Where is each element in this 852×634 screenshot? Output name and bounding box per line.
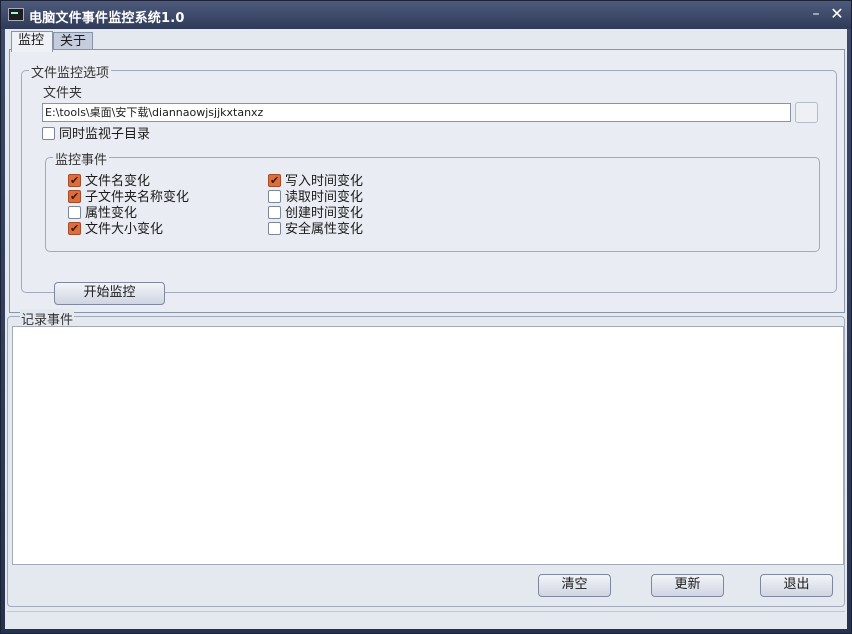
event-filename-checkbox[interactable]	[68, 173, 81, 188]
event-attributes-checkbox[interactable]	[68, 206, 81, 219]
event-subfolder-label: 子文件夹名称变化	[85, 190, 190, 205]
event-read-time-checkbox[interactable]	[268, 190, 281, 203]
event-attributes-label: 属性变化	[85, 206, 138, 221]
browse-folder-button[interactable]	[795, 102, 818, 123]
subdir-label: 同时监视子目录	[59, 127, 151, 142]
event-security-checkbox[interactable]	[268, 222, 281, 235]
app-window: 电脑文件事件监控系统1.0 – ✕ 监控 关于 文件监控选项 文件夹 E:\to…	[0, 0, 852, 634]
event-create-time-label: 创建时间变化	[285, 206, 364, 221]
subdir-checkbox-row[interactable]: 同时监视子目录	[42, 127, 150, 143]
monitor-options-legend: 文件监控选项	[29, 62, 112, 81]
client-area: 监控 关于 文件监控选项 文件夹 E:\tools\桌面\安下载\diannao…	[5, 29, 847, 629]
event-write-time-row[interactable]: 写入时间变化	[268, 173, 364, 190]
window-title: 电脑文件事件监控系统1.0	[29, 11, 185, 26]
status-bar	[7, 611, 845, 627]
folder-label: 文件夹	[43, 86, 83, 101]
app-console-icon	[8, 8, 24, 21]
exit-button[interactable]: 退出	[760, 574, 833, 597]
monitor-events-group: 监控事件 文件名变化 子文件夹名称变化 属性变化 文件大小变化 写入时间变化	[45, 149, 820, 252]
event-size-checkbox[interactable]	[68, 221, 81, 236]
event-create-time-checkbox[interactable]	[268, 206, 281, 219]
refresh-button[interactable]: 更新	[651, 574, 724, 597]
start-monitor-button[interactable]: 开始监控	[54, 282, 165, 305]
minimize-icon[interactable]: –	[807, 5, 825, 23]
title-bar[interactable]: 电脑文件事件监控系统1.0 – ✕	[1, 1, 851, 29]
event-read-time-label: 读取时间变化	[285, 190, 364, 205]
subdir-checkbox[interactable]	[42, 127, 55, 140]
monitor-tab-panel: 文件监控选项 文件夹 E:\tools\桌面\安下载\diannaowjsjjk…	[9, 49, 845, 313]
event-size-row[interactable]: 文件大小变化	[68, 221, 164, 238]
event-read-time-row[interactable]: 读取时间变化	[268, 190, 363, 206]
event-write-time-label: 写入时间变化	[285, 174, 364, 189]
event-filename-label: 文件名变化	[85, 174, 151, 189]
event-filename-row[interactable]: 文件名变化	[68, 173, 151, 190]
event-create-time-row[interactable]: 创建时间变化	[268, 206, 363, 222]
event-log-group: 记录事件 清空 更新 退出	[7, 309, 845, 607]
clear-button[interactable]: 清空	[538, 574, 611, 597]
folder-path-input[interactable]: E:\tools\桌面\安下载\diannaowjsjjkxtanxz	[42, 103, 791, 122]
event-write-time-checkbox[interactable]	[268, 173, 281, 188]
event-security-row[interactable]: 安全属性变化	[268, 222, 363, 238]
monitor-options-group: 文件监控选项 文件夹 E:\tools\桌面\安下载\diannaowjsjjk…	[21, 62, 837, 305]
event-log-textarea[interactable]	[12, 326, 844, 565]
event-size-label: 文件大小变化	[85, 222, 164, 237]
close-icon[interactable]: ✕	[828, 5, 846, 23]
monitor-events-legend: 监控事件	[53, 149, 110, 168]
event-subfolder-checkbox[interactable]	[68, 189, 81, 204]
event-subfolder-row[interactable]: 子文件夹名称变化	[68, 189, 190, 206]
event-attributes-row[interactable]: 属性变化	[68, 206, 137, 222]
event-security-label: 安全属性变化	[285, 222, 364, 237]
tab-monitor[interactable]: 监控	[11, 31, 53, 52]
